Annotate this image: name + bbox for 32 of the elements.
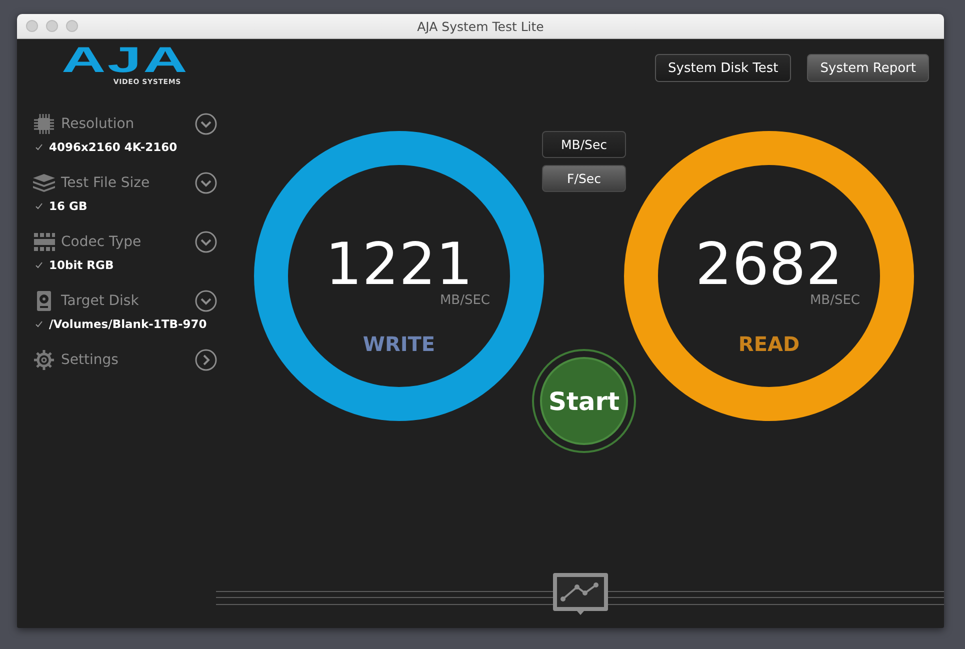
setting-label: Resolution bbox=[61, 116, 136, 132]
setting-label: Target Disk bbox=[61, 293, 140, 309]
start-button[interactable]: Start bbox=[540, 357, 628, 445]
setting-label: Codec Type bbox=[61, 234, 142, 250]
speed-value: 2682 bbox=[695, 235, 843, 293]
speed-value: 1221 bbox=[325, 235, 473, 293]
setting-value[interactable]: 10bit RGB bbox=[49, 258, 114, 272]
setting-label: Test File Size bbox=[61, 175, 151, 191]
chart-icon[interactable] bbox=[552, 572, 609, 617]
unit-toggle[interactable]: F/Sec bbox=[542, 165, 626, 192]
expand-icon[interactable] bbox=[195, 172, 217, 194]
layers-icon bbox=[32, 173, 56, 193]
setting-value[interactable]: 4096x2160 4K-2160 bbox=[49, 140, 178, 154]
expand-icon[interactable] bbox=[195, 290, 217, 312]
gauge-label: READ bbox=[738, 332, 800, 356]
setting-value[interactable]: 16 GB bbox=[49, 199, 88, 213]
gauge-label: WRITE bbox=[362, 332, 436, 356]
setting-value[interactable]: /Volumes/Blank-1TB-970 bbox=[49, 317, 207, 331]
setting-label: Settings bbox=[61, 352, 120, 368]
report-button[interactable]: System Report bbox=[807, 54, 929, 82]
gear-icon bbox=[34, 350, 54, 370]
speed-unit: MB/SEC bbox=[810, 293, 860, 308]
window-title: AJA System Test Lite bbox=[416, 18, 545, 34]
expand-icon[interactable] bbox=[195, 231, 217, 253]
chip-icon bbox=[34, 114, 54, 134]
disk-test-button[interactable]: System Disk Test bbox=[655, 54, 792, 82]
logo-mark: AJA bbox=[61, 44, 189, 76]
forward-icon[interactable] bbox=[195, 349, 217, 371]
film-icon bbox=[33, 232, 55, 252]
speed-unit: MB/SEC bbox=[440, 293, 490, 308]
expand-icon[interactable] bbox=[195, 113, 217, 135]
unit-toggle[interactable]: MB/Sec bbox=[542, 131, 626, 158]
